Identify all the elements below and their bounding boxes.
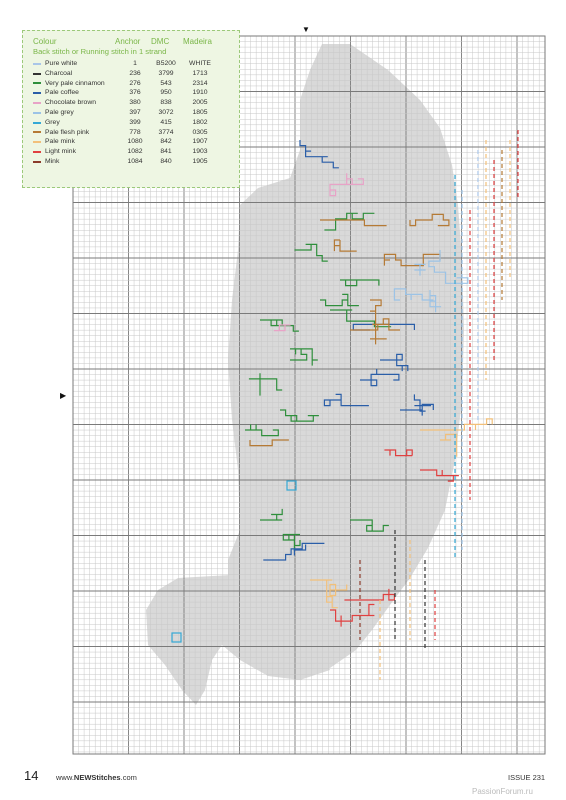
thread-anchor: 1080 <box>127 138 143 146</box>
thread-madeira: 1905 <box>192 157 208 165</box>
thread-anchor: 1082 <box>127 148 143 156</box>
thread-anchor: 276 <box>129 79 141 87</box>
thread-dmc: 415 <box>160 118 172 126</box>
key-row: Pale flesh pink 778 3774 0305 <box>33 128 233 138</box>
thread-name: Very pale cinnamon <box>45 79 105 87</box>
key-row: Very pale cinnamon 276 543 2314 <box>33 79 233 89</box>
thread-madeira: 1805 <box>192 108 208 116</box>
key-row: Pure white 1 B5200 WHITE <box>33 59 233 69</box>
thread-swatch <box>33 131 41 134</box>
thread-anchor: 778 <box>129 128 141 136</box>
thread-madeira: 2314 <box>192 79 208 87</box>
thread-madeira: 1713 <box>192 69 208 77</box>
thread-name: Grey <box>45 118 60 126</box>
thread-dmc: 841 <box>160 148 172 156</box>
thread-swatch <box>33 72 41 75</box>
thread-dmc: 842 <box>160 138 172 146</box>
thread-dmc: 838 <box>160 99 172 107</box>
key-header-anchor: Anchor <box>115 37 141 46</box>
thread-name: Chocolate brown <box>45 99 97 107</box>
thread-swatch <box>33 151 41 154</box>
key-row: Mink 1084 840 1905 <box>33 157 233 167</box>
thread-madeira: 2005 <box>192 99 208 107</box>
thread-name: Light mink <box>45 148 76 156</box>
watermark: PassionForum.ru <box>472 787 533 796</box>
thread-swatch <box>33 92 41 95</box>
thread-dmc: 840 <box>160 157 172 165</box>
thread-name: Charcoal <box>45 69 73 77</box>
thread-anchor: 399 <box>129 118 141 126</box>
thread-anchor: 380 <box>129 99 141 107</box>
thread-madeira: 1802 <box>192 118 208 126</box>
thread-key: Colour Anchor DMC Madeira Back stitch or… <box>22 30 240 188</box>
thread-madeira: 1903 <box>192 148 208 156</box>
top-center-marker: ▼ <box>302 25 310 34</box>
thread-swatch <box>33 62 41 65</box>
key-row: Chocolate brown 380 838 2005 <box>33 98 233 108</box>
thread-swatch <box>33 141 41 144</box>
thread-madeira: 1907 <box>192 138 208 146</box>
thread-madeira: WHITE <box>189 60 211 67</box>
key-rows: Pure white 1 B5200 WHITE Charcoal 236 3799 1713… <box>33 59 233 167</box>
thread-swatch <box>33 121 41 124</box>
thread-dmc: B5200 <box>156 60 176 67</box>
thread-anchor: 236 <box>129 69 141 77</box>
thread-dmc: 950 <box>160 89 172 97</box>
thread-swatch <box>33 102 41 105</box>
thread-dmc: 543 <box>160 79 172 87</box>
thread-madeira: 0305 <box>192 128 208 136</box>
key-row: Pale mink 1080 842 1907 <box>33 137 233 147</box>
thread-madeira: 1910 <box>192 89 208 97</box>
thread-anchor: 397 <box>129 108 141 116</box>
thread-anchor: 1084 <box>127 157 143 165</box>
key-header-dmc: DMC <box>151 37 170 46</box>
key-header-colour: Colour <box>33 37 57 46</box>
thread-name: Mink <box>45 157 60 165</box>
thread-swatch <box>33 160 41 163</box>
thread-dmc: 3072 <box>158 108 174 116</box>
left-center-marker: ▶ <box>60 391 67 400</box>
key-row: Light mink 1082 841 1903 <box>33 147 233 157</box>
page-number: 14 <box>24 768 39 783</box>
key-subtitle: Back stitch or Running stitch in 1 stran… <box>33 47 167 56</box>
thread-dmc: 3774 <box>158 128 174 136</box>
thread-anchor: 376 <box>129 89 141 97</box>
thread-dmc: 3799 <box>158 69 174 77</box>
thread-name: Pure white <box>45 60 78 67</box>
thread-swatch <box>33 82 41 85</box>
website-link[interactable]: www.NEWStitches.com <box>56 773 137 782</box>
thread-anchor: 1 <box>133 60 137 67</box>
issue-label: ISSUE 231 <box>508 773 546 782</box>
thread-name: Pale mink <box>45 138 75 146</box>
key-row: Charcoal 236 3799 1713 <box>33 69 233 79</box>
web-brand: NEWStitches <box>73 773 121 782</box>
web-prefix: www. <box>56 773 74 782</box>
web-suffix: .com <box>120 773 137 782</box>
key-row: Grey 399 415 1802 <box>33 118 233 128</box>
thread-swatch <box>33 111 41 114</box>
thread-name: Pale flesh pink <box>45 128 90 136</box>
thread-name: Pale coffee <box>45 89 79 97</box>
thread-name: Pale grey <box>45 108 74 116</box>
key-row: Pale coffee 376 950 1910 <box>33 88 233 98</box>
key-header: Colour Anchor DMC Madeira <box>33 37 233 47</box>
key-header-madeira: Madeira <box>183 37 212 46</box>
key-row: Pale grey 397 3072 1805 <box>33 108 233 118</box>
